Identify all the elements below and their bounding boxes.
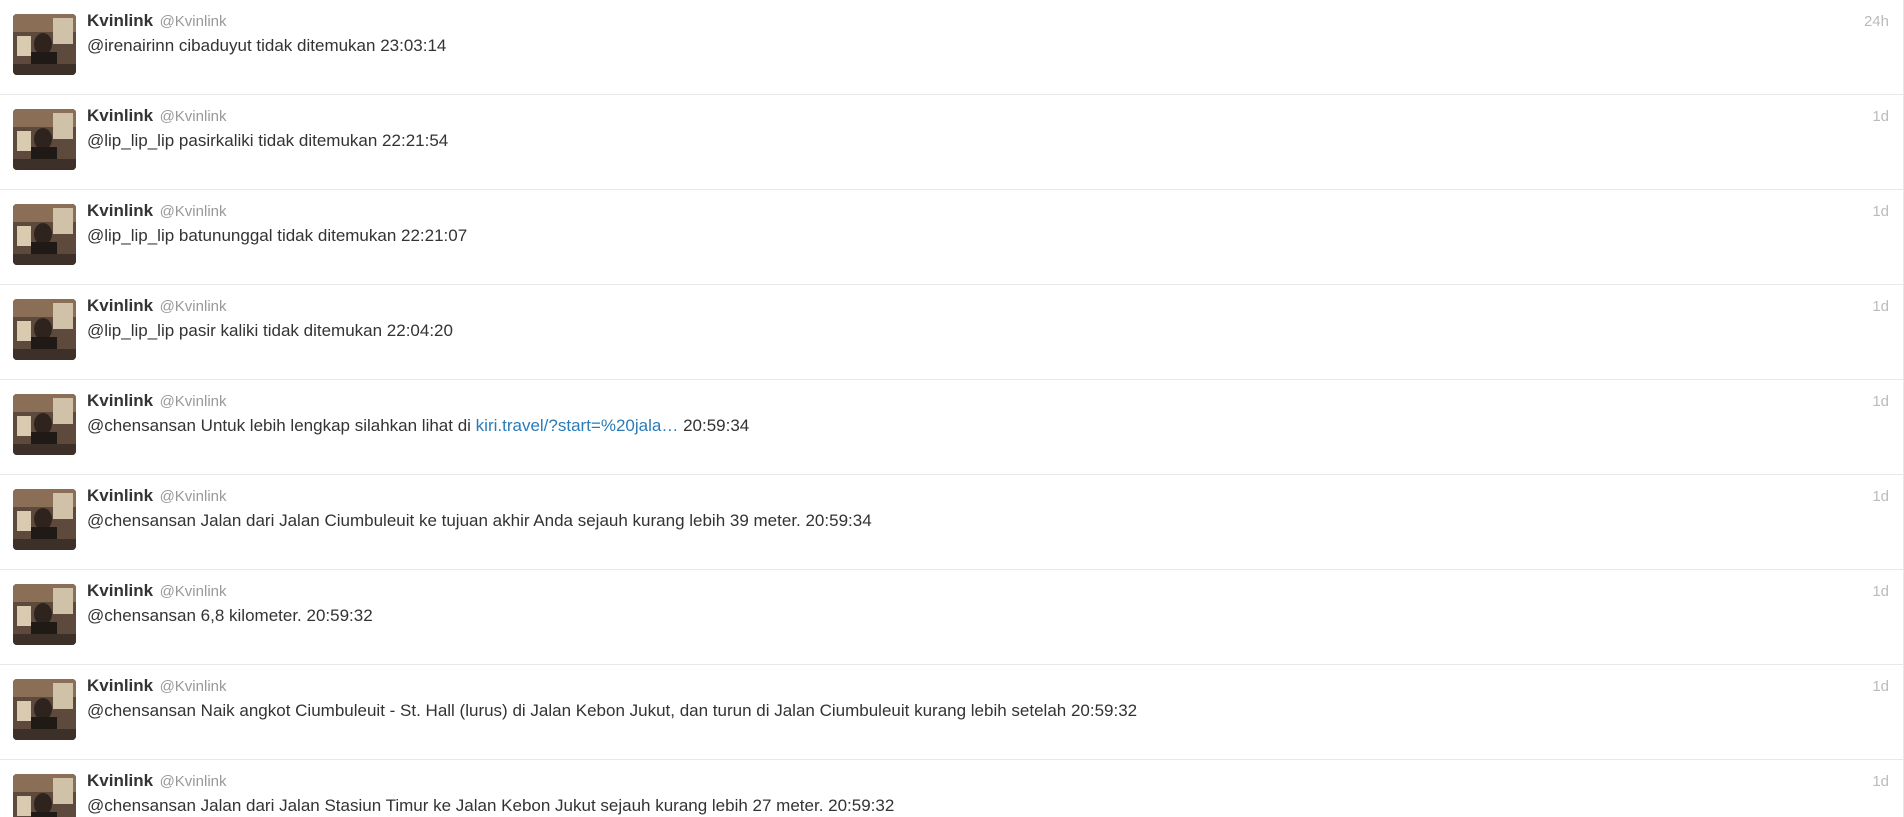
tweet-item[interactable]: Kvinlink @Kvinlink 1d @chensansan 6,8 ki…	[0, 570, 1903, 665]
author-handle[interactable]: @Kvinlink	[160, 108, 227, 125]
profile-photo-icon	[13, 394, 76, 455]
author-handle[interactable]: @Kvinlink	[160, 393, 227, 410]
author-name[interactable]: Kvinlink	[87, 296, 153, 315]
tweet-item[interactable]: Kvinlink @Kvinlink 1d @chensansan Untuk …	[0, 380, 1903, 475]
avatar-profile-photo-icon[interactable]	[13, 679, 76, 740]
avatar-profile-photo-icon[interactable]	[13, 774, 76, 817]
tweet-text: @chensansan 6,8 kilometer. 20:59:32	[87, 606, 373, 625]
tweet-header: Kvinlink @Kvinlink	[87, 676, 227, 697]
tweet-timestamp[interactable]: 1d	[1872, 772, 1889, 792]
tweet-text: @irenairinn cibaduyut tidak ditemukan 23…	[87, 36, 447, 55]
tweet-item[interactable]: Kvinlink @Kvinlink 1d @chensansan Naik a…	[0, 665, 1903, 760]
tweet-header: Kvinlink @Kvinlink	[87, 296, 227, 317]
author-handle[interactable]: @Kvinlink	[160, 13, 227, 30]
tweet-text: @lip_lip_lip pasirkaliki tidak ditemukan…	[87, 131, 449, 150]
tweet-item[interactable]: Kvinlink @Kvinlink 1d @lip_lip_lip batun…	[0, 190, 1903, 285]
tweet-text: @chensansan Jalan dari Jalan Ciumbuleuit…	[87, 511, 872, 530]
avatar-profile-photo-icon[interactable]	[13, 109, 76, 170]
author-name[interactable]: Kvinlink	[87, 676, 153, 695]
avatar-profile-photo-icon[interactable]	[13, 14, 76, 75]
author-handle[interactable]: @Kvinlink	[160, 773, 227, 790]
tweet-header: Kvinlink @Kvinlink	[87, 581, 227, 602]
tweet-timestamp[interactable]: 24h	[1864, 12, 1889, 32]
tweet-header: Kvinlink @Kvinlink	[87, 106, 227, 127]
author-name[interactable]: Kvinlink	[87, 391, 153, 410]
profile-photo-icon	[13, 774, 76, 817]
tweet-text: @chensansan Untuk lebih lengkap silahkan…	[87, 415, 749, 437]
tweet-timestamp[interactable]: 1d	[1872, 677, 1889, 697]
tweet-header: Kvinlink @Kvinlink	[87, 486, 227, 507]
profile-photo-icon	[13, 584, 76, 645]
profile-photo-icon	[13, 109, 76, 170]
tweet-text-before-link: @chensansan Untuk lebih lengkap silahkan…	[87, 416, 476, 435]
tweet-item[interactable]: Kvinlink @Kvinlink 24h @irenairinn cibad…	[0, 0, 1903, 95]
tweet-text: @chensansan Jalan dari Jalan Stasiun Tim…	[87, 796, 895, 815]
tweet-timestamp[interactable]: 1d	[1872, 297, 1889, 317]
tweet-timestamp[interactable]: 1d	[1872, 107, 1889, 127]
profile-photo-icon	[13, 204, 76, 265]
tweet-timestamp[interactable]: 1d	[1872, 487, 1889, 507]
tweet-item[interactable]: Kvinlink @Kvinlink 1d @chensansan Jalan …	[0, 475, 1903, 570]
avatar-profile-photo-icon[interactable]	[13, 489, 76, 550]
author-name[interactable]: Kvinlink	[87, 771, 153, 790]
profile-photo-icon	[13, 489, 76, 550]
tweet-header: Kvinlink @Kvinlink	[87, 391, 227, 412]
tweet-timestamp[interactable]: 1d	[1872, 202, 1889, 222]
avatar-profile-photo-icon[interactable]	[13, 394, 76, 455]
tweet-link[interactable]: kiri.travel/?start=%20jala…	[476, 416, 679, 435]
author-handle[interactable]: @Kvinlink	[160, 298, 227, 315]
avatar-profile-photo-icon[interactable]	[13, 299, 76, 360]
avatar-profile-photo-icon[interactable]	[13, 204, 76, 265]
profile-photo-icon	[13, 299, 76, 360]
tweet-text: @lip_lip_lip batununggal tidak ditemukan…	[87, 226, 468, 245]
author-name[interactable]: Kvinlink	[87, 581, 153, 600]
author-name[interactable]: Kvinlink	[87, 201, 153, 220]
tweet-text-after-link: 20:59:34	[678, 416, 750, 435]
tweet-header: Kvinlink @Kvinlink	[87, 771, 227, 792]
tweet-item[interactable]: Kvinlink @Kvinlink 1d @lip_lip_lip pasir…	[0, 285, 1903, 380]
tweet-timestamp[interactable]: 1d	[1872, 582, 1889, 602]
tweet-timestamp[interactable]: 1d	[1872, 392, 1889, 412]
tweet-item[interactable]: Kvinlink @Kvinlink 1d @lip_lip_lip pasir…	[0, 95, 1903, 190]
tweet-timeline: Kvinlink @Kvinlink 24h @irenairinn cibad…	[0, 0, 1904, 817]
tweet-text: @chensansan Naik angkot Ciumbuleuit - St…	[87, 701, 1138, 720]
author-handle[interactable]: @Kvinlink	[160, 203, 227, 220]
tweet-item[interactable]: Kvinlink @Kvinlink 1d @chensansan Jalan …	[0, 760, 1903, 817]
profile-photo-icon	[13, 14, 76, 75]
tweet-text: @lip_lip_lip pasir kaliki tidak ditemuka…	[87, 321, 453, 340]
author-handle[interactable]: @Kvinlink	[160, 488, 227, 505]
avatar-profile-photo-icon[interactable]	[13, 584, 76, 645]
author-name[interactable]: Kvinlink	[87, 486, 153, 505]
author-name[interactable]: Kvinlink	[87, 11, 153, 30]
profile-photo-icon	[13, 679, 76, 740]
author-name[interactable]: Kvinlink	[87, 106, 153, 125]
author-handle[interactable]: @Kvinlink	[160, 583, 227, 600]
tweet-header: Kvinlink @Kvinlink	[87, 201, 227, 222]
author-handle[interactable]: @Kvinlink	[160, 678, 227, 695]
tweet-header: Kvinlink @Kvinlink	[87, 11, 227, 32]
